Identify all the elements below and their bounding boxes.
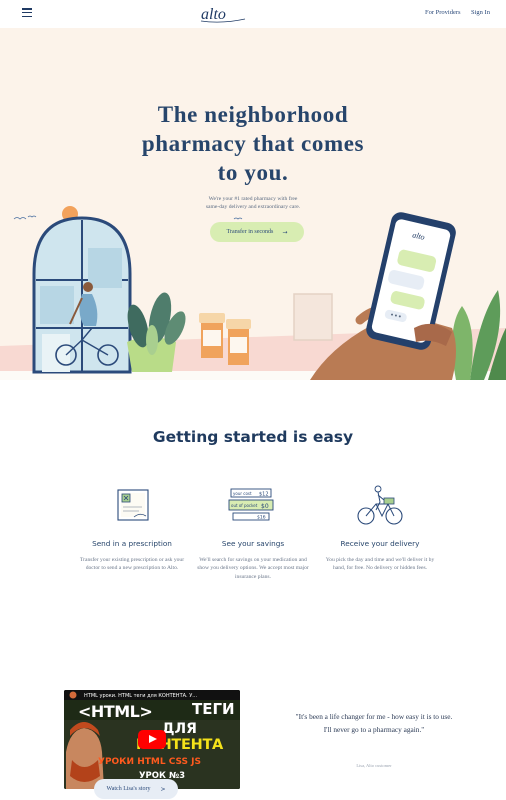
video-text-html-tag: <HTML> (78, 702, 153, 721)
prescription-icon (117, 489, 149, 521)
getting-started-title: Getting started is easy (152, 428, 354, 446)
transfer-button[interactable]: Transfer in seconds → (210, 222, 304, 242)
transfer-button-label: Transfer in seconds (226, 229, 274, 235)
savings-row2-value: $0 (261, 503, 269, 510)
hero-section: alto The neighborhood pharmacy that come… (0, 28, 506, 380)
step-description: You pick the day and time and we'll deli… (325, 557, 435, 572)
hero-title-line-2: pharmacy that comes (141, 131, 365, 156)
youtube-play-icon[interactable] (138, 730, 166, 749)
bicycle-delivery-icon (357, 485, 403, 525)
savings-row3-value: $16 (257, 515, 266, 521)
hero-subtitle-line-1: We're your #1 rated pharmacy with free (208, 196, 298, 202)
testimonial-author: Lisa, Alto customer (356, 763, 392, 768)
savings-row1-value: $12 (259, 492, 269, 498)
site-header: alto For Providers Sign In (0, 0, 506, 28)
step-title: Receive your delivery (340, 539, 420, 548)
hero-title-line-1: The neighborhood (157, 102, 349, 127)
testimonial-quote: "It's been a life changer for me - how e… (295, 712, 453, 734)
step-see-savings: your cost $12 out of pocket $0 $16 See y… (187, 484, 319, 581)
video-text-lessons: УРОКИ HTML CSS JS (98, 757, 201, 767)
hero-subtitle-line-2: same-day delivery and extraordinary care… (205, 204, 301, 210)
story-video[interactable]: HTML уроки. HTML теги для КОНТЕНТА. У...… (64, 690, 240, 789)
nav-for-providers[interactable]: For Providers (425, 9, 461, 16)
step-title: See your savings (221, 539, 285, 548)
watch-story-label: Watch Lisa's story (106, 786, 151, 792)
savings-icon: your cost $12 out of pocket $0 $16 (228, 488, 274, 521)
hero-title: The neighborhood pharmacy that comes to … (103, 100, 403, 187)
video-title: HTML уроки. HTML теги для КОНТЕНТА. У... (84, 693, 198, 699)
watch-story-button[interactable]: Watch Lisa's story > (94, 779, 178, 799)
nav-sign-in[interactable]: Sign In (471, 9, 490, 16)
hero-title-line-3: to you. (217, 160, 289, 185)
step-title: Send in a prescription (92, 539, 172, 548)
logo-text: alto (201, 6, 226, 23)
video-text-dlya: ДЛЯ (162, 721, 197, 737)
alto-logo[interactable]: alto (198, 2, 248, 26)
video-text-tegi: ТЕГИ (192, 700, 235, 718)
step-send-prescription: Send in a prescription Transfer your exi… (66, 484, 198, 573)
chevron-right-icon: > (160, 785, 166, 793)
step-receive-delivery: Receive your delivery You pick the day a… (314, 484, 446, 573)
hero-subtitle: We're your #1 rated pharmacy with free s… (173, 195, 333, 211)
hamburger-menu-icon[interactable] (22, 8, 32, 18)
step-description: Transfer your existing prescription or a… (79, 557, 185, 572)
step-description: We'll search for savings on your medicat… (197, 557, 309, 580)
savings-row1-label: your cost (233, 491, 252, 496)
savings-row2-label: out of pocket (231, 503, 258, 508)
arrow-right-icon: → (282, 228, 288, 236)
